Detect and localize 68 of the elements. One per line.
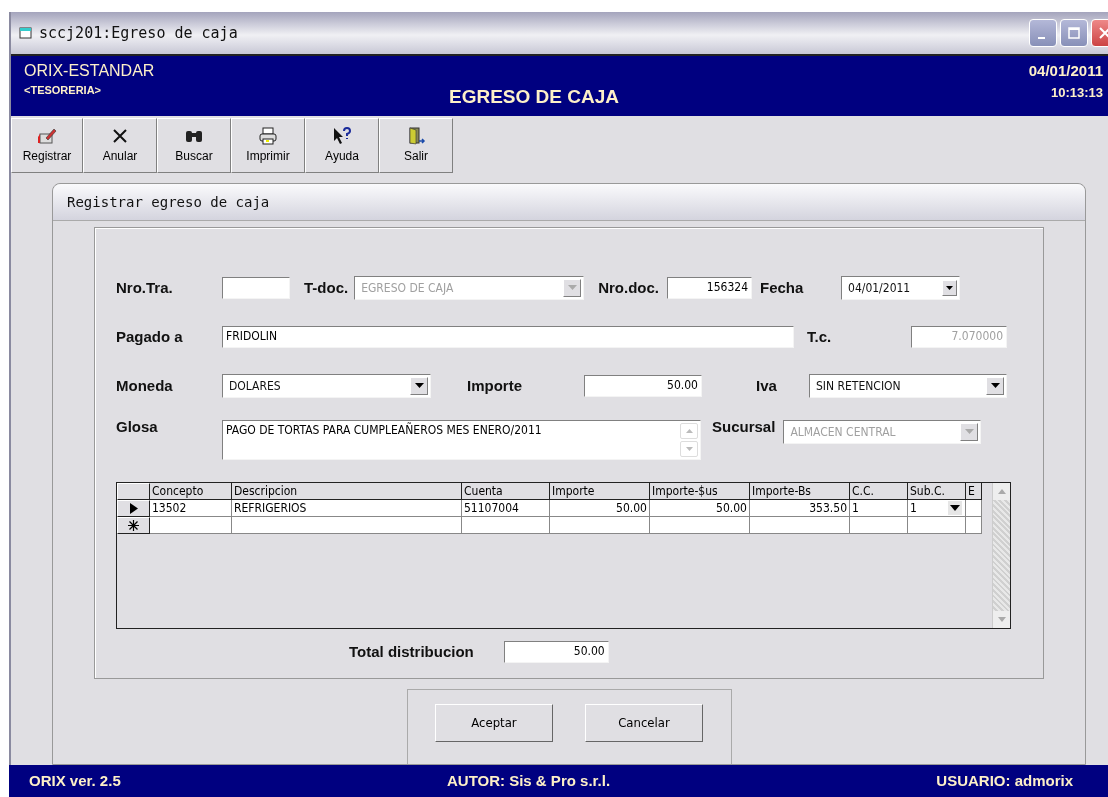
minimize-button[interactable] — [1029, 19, 1057, 47]
column-header[interactable]: Cuenta — [462, 482, 550, 500]
column-header[interactable]: Concepto — [150, 482, 232, 500]
asterisk-icon — [128, 519, 139, 531]
dropdown[interactable]: DOLARES — [222, 373, 431, 398]
toolbar-button[interactable]: Buscar — [157, 117, 231, 173]
field-label: Moneda — [116, 377, 174, 395]
window-title: sccj201:Egreso de caja — [39, 24, 238, 42]
maximize-icon — [1068, 27, 1080, 39]
door-icon — [406, 127, 426, 146]
caret-icon — [946, 285, 953, 290]
time-text: 10:13:13 — [1050, 85, 1103, 100]
dialog-button[interactable]: Aceptar — [435, 703, 553, 742]
input-field[interactable]: 50.00 — [503, 640, 609, 663]
input-field[interactable] — [222, 276, 290, 299]
text-area[interactable]: PAGO DE TORTAS PARA CUMPLEAÑEROS MES ENERO/2011 — [222, 419, 701, 460]
company-name: ORIX-ESTANDAR — [24, 62, 155, 80]
printer-icon — [258, 127, 278, 146]
version-text: ORIX ver. 2.5 — [29, 772, 121, 790]
field-label: Total distribucion — [349, 643, 474, 661]
input-field[interactable]: FRIDOLIN — [222, 325, 794, 348]
column-header[interactable]: Descripcion — [232, 482, 462, 500]
caret-icon — [964, 429, 974, 435]
minimize-icon — [1037, 37, 1045, 39]
caret-icon — [567, 285, 577, 291]
toolbar-button[interactable]: Registrar — [11, 117, 83, 173]
screen-title: EGRESO DE CAJA — [449, 86, 619, 108]
dialog-button[interactable]: Cancelar — [585, 703, 703, 742]
caret-icon — [990, 383, 1000, 389]
user-text: USUARIO: admorix — [936, 772, 1073, 790]
toolbar-button[interactable]: Ayuda — [305, 117, 379, 173]
scroll-bar[interactable] — [680, 420, 700, 459]
dropdown[interactable]: SIN RETENCION — [809, 373, 1007, 398]
field-label: Glosa — [116, 417, 159, 435]
scroll-bar[interactable] — [992, 482, 1010, 628]
maximize-button[interactable] — [1060, 19, 1088, 47]
field-label: Iva — [756, 377, 778, 395]
field-label: Sucursal — [712, 417, 776, 435]
field-label: T-doc. — [304, 279, 349, 297]
date-text: 04/01/2011 — [1028, 62, 1103, 79]
column-header[interactable]: Sub.C. — [908, 482, 966, 500]
caret-icon — [414, 383, 424, 389]
input-field[interactable]: 156324 — [667, 276, 752, 299]
field-label: Pagado a — [116, 328, 184, 346]
toolbar-button[interactable]: Salir — [379, 117, 453, 173]
column-header[interactable]: E — [966, 482, 982, 500]
input-field[interactable]: 50.00 — [584, 374, 702, 397]
module-name: <TESORERIA> — [24, 84, 103, 96]
field-label: Nro.doc. — [598, 279, 659, 297]
date-picker[interactable]: 04/01/2011 — [841, 275, 960, 300]
row-pointer-icon — [129, 502, 138, 514]
column-header[interactable]: C.C. — [850, 482, 908, 500]
toolbar-button[interactable]: Imprimir — [231, 117, 305, 173]
toolbar-button[interactable]: Anular — [83, 117, 157, 173]
field-label: Nro.Tra. — [116, 279, 174, 297]
field-label: Fecha — [760, 279, 805, 297]
pen-icon — [37, 127, 57, 146]
field-label: Importe — [467, 377, 523, 395]
column-header[interactable]: Importe-$us — [650, 482, 750, 500]
author-text: AUTOR: Sis & Pro s.r.l. — [446, 772, 611, 790]
panel-title: Registrar egreso de caja — [67, 193, 270, 210]
field-label: T.c. — [807, 328, 833, 346]
column-header[interactable]: Importe — [550, 482, 650, 500]
column-header[interactable]: Importe-Bs — [750, 482, 850, 500]
close-icon — [1099, 27, 1108, 39]
window-icon — [19, 26, 33, 40]
text-area-value: PAGO DE TORTAS PARA CUMPLEAÑEROS MES ENERO/2011 — [225, 421, 543, 439]
help-pointer-icon — [332, 127, 352, 146]
